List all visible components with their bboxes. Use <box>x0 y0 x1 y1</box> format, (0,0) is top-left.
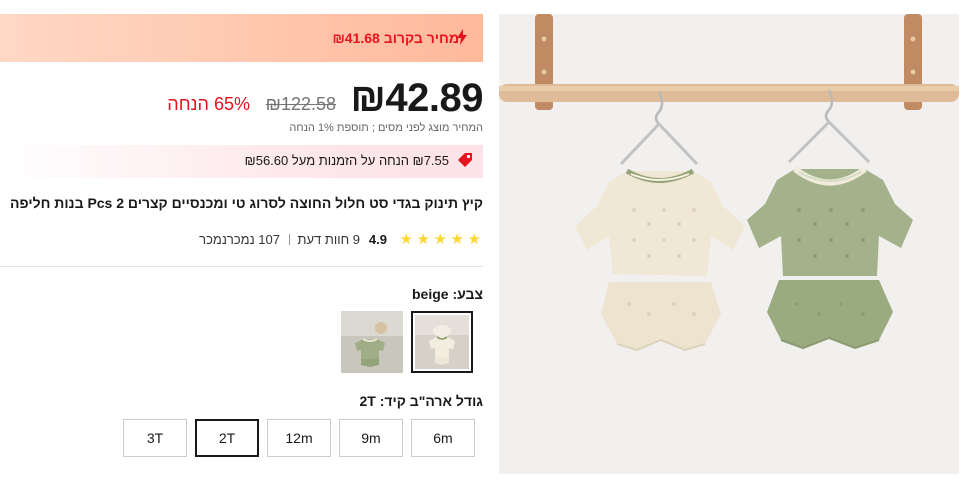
product-title: קיץ תינוק בגדי סט חלול החוצה לסרוג טי ומ… <box>10 195 483 211</box>
tax-note: המחיר מוצג לפני מסים ; תוספת 1% הנחה <box>289 122 483 134</box>
color-selected-value: beige <box>412 286 449 302</box>
rating-stars: ★ ★ ★ ★ ★ <box>393 230 481 248</box>
size-label: גודל ארה"ב קיד: 2T <box>359 393 483 409</box>
size-option-9m[interactable]: 9m <box>339 419 403 457</box>
size-option-12m[interactable]: 12m <box>267 419 331 457</box>
star-icon: ★ <box>416 231 430 248</box>
price-soon-banner: מחיר בקרוב ₪41.68 <box>0 14 483 62</box>
size-option-3t[interactable]: 3T <box>123 419 187 457</box>
reviews-link[interactable]: 9 חוות דעת <box>297 232 360 247</box>
section-divider <box>0 266 483 267</box>
size-label-text: גודל ארה"ב קיד: <box>379 393 483 409</box>
swatch-image-beige <box>415 315 469 369</box>
discount-label: 65% הנחה <box>167 94 250 114</box>
coupon-bar[interactable]: ₪7.55 הנחה על הזמנות מעל ₪56.60 <box>0 145 483 178</box>
star-icon: ★ <box>433 231 447 248</box>
color-label: צבע: beige <box>412 286 483 302</box>
coupon-tag-icon <box>458 153 472 167</box>
product-main-image[interactable] <box>499 14 959 474</box>
sold-count: 107 נמכרנמכר <box>199 232 280 247</box>
size-option-2t[interactable]: 2T <box>195 419 259 457</box>
rating-score: 4.9 <box>368 232 387 247</box>
star-icon: ★ <box>467 231 481 248</box>
rating-separator <box>289 234 290 245</box>
size-option-6m[interactable]: 6m <box>411 419 475 457</box>
product-photo-illustration <box>499 14 959 474</box>
price-soon-text: מחיר בקרוב ₪41.68 <box>332 30 459 46</box>
color-label-text: צבע: <box>452 286 483 302</box>
price-row: ₪42.89 ₪122.58 65% הנחה <box>0 76 483 122</box>
size-selected-value: 2T <box>359 393 376 409</box>
color-swatch-green[interactable] <box>341 311 403 373</box>
rating-row[interactable]: ★ ★ ★ ★ ★ 4.9 9 חוות דעת 107 נמכרנמכר <box>0 230 483 248</box>
color-swatch-beige[interactable] <box>411 311 473 373</box>
original-price: ₪122.58 <box>265 94 336 114</box>
current-price: ₪42.89 <box>350 76 484 120</box>
swatch-image-green <box>341 311 403 373</box>
coupon-text: ₪7.55 הנחה על הזמנות מעל ₪56.60 <box>244 153 449 168</box>
star-icon: ★ <box>450 231 464 248</box>
star-icon: ★ <box>399 231 413 248</box>
product-info-panel: מחיר בקרוב ₪41.68 ₪42.89 ₪122.58 65% הנח… <box>0 0 484 486</box>
